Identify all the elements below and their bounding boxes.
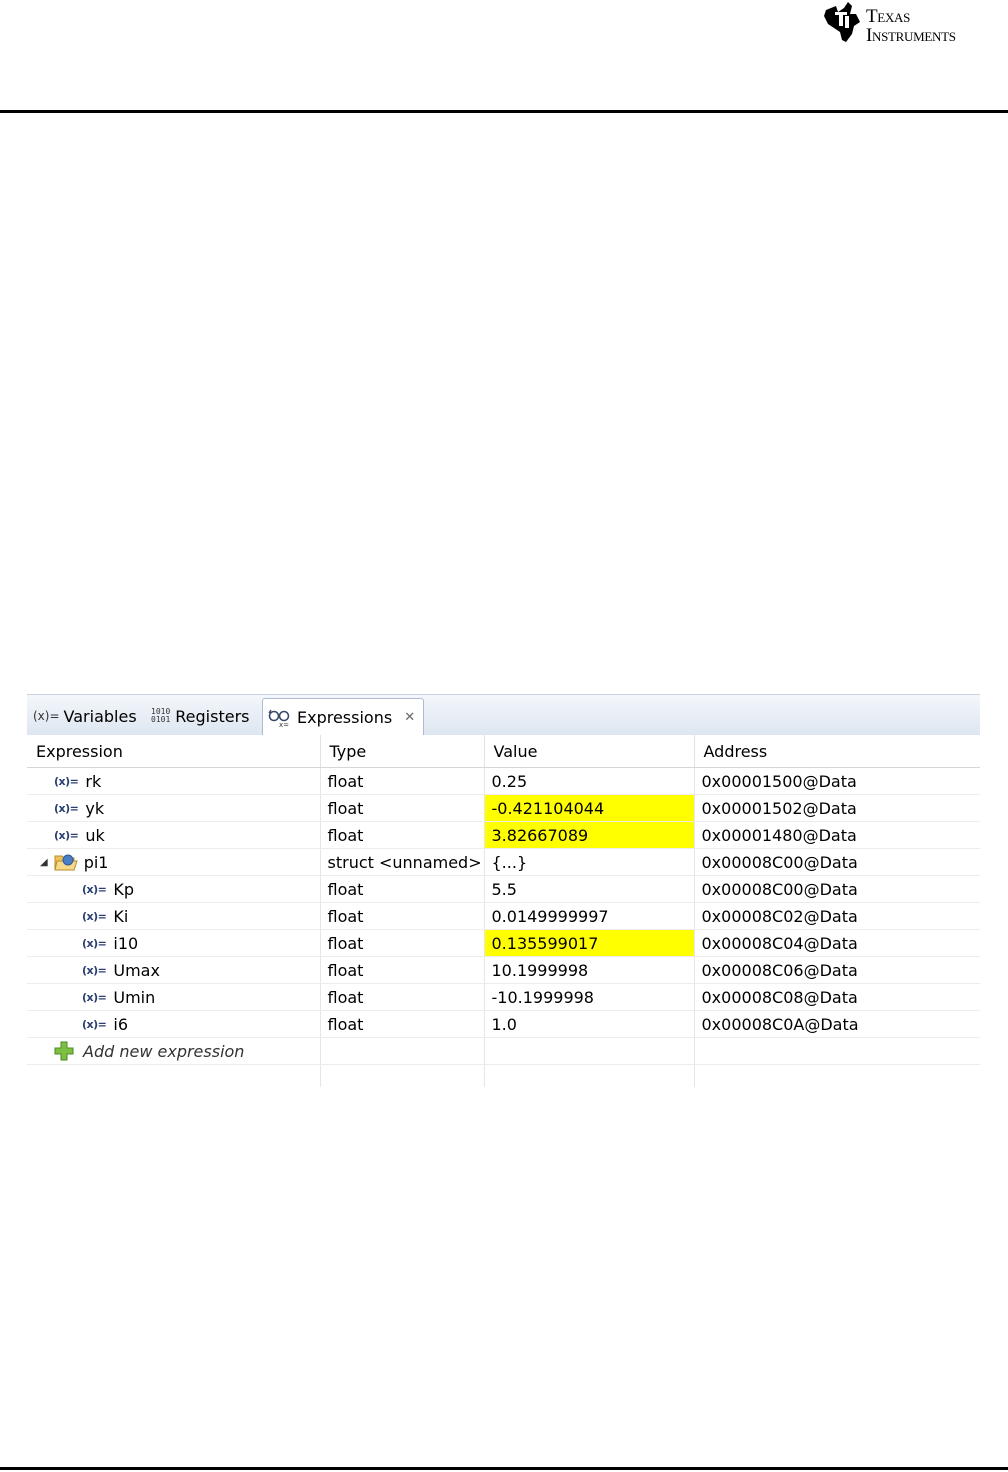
address-cell: 0x00008C0A@Data xyxy=(694,1010,980,1038)
struct-folder-icon xyxy=(54,854,78,871)
tab-registers-label: Registers xyxy=(175,706,250,726)
table-row[interactable]: (x)= Umin float -10.1999998 0x00008C08@D… xyxy=(27,983,980,1011)
type-cell: float xyxy=(320,767,485,795)
tab-expressions[interactable]: x= Expressions ✕ xyxy=(262,698,425,736)
expression-name: pi1 xyxy=(83,852,109,872)
empty-cell xyxy=(27,1064,321,1087)
add-new-expression-label: Add new expression xyxy=(83,1041,245,1061)
footer-divider xyxy=(0,1467,1008,1470)
address-cell: 0x00001500@Data xyxy=(694,767,980,795)
column-header-address[interactable]: Address xyxy=(694,735,980,768)
tab-expressions-label: Expressions xyxy=(297,708,393,727)
expressions-icon: x= xyxy=(268,709,290,728)
type-cell: float xyxy=(320,875,485,903)
type-cell: struct <unnamed> xyxy=(320,848,485,876)
table-row[interactable]: (x)= Ki float 0.0149999997 0x00008C02@Da… xyxy=(27,902,980,930)
expression-name: Ki xyxy=(113,906,129,926)
empty-row xyxy=(27,1064,980,1087)
table-row[interactable]: (x)= i6 float 1.0 0x00008C0A@Data xyxy=(27,1010,980,1038)
type-cell: float xyxy=(320,821,485,849)
table-row[interactable]: (x)= Kp float 5.5 0x00008C00@Data xyxy=(27,875,980,903)
table-row[interactable]: (x)= rk float 0.25 0x00001500@Data xyxy=(27,767,980,795)
variable-icon: (x)= xyxy=(82,963,107,977)
page-header: Texas Instruments xyxy=(0,0,1008,113)
expression-name: Umax xyxy=(113,960,160,980)
variable-icon: (x)= xyxy=(82,909,107,923)
table-header-row: Expression Type Value Address xyxy=(27,735,980,768)
tab-variables-label: Variables xyxy=(63,706,137,726)
value-cell[interactable]: -10.1999998 xyxy=(484,983,695,1011)
add-plus-icon xyxy=(54,1041,74,1061)
tab-registers[interactable]: 1010 0101 Registers xyxy=(151,698,249,734)
type-cell: float xyxy=(320,983,485,1011)
close-icon[interactable]: ✕ xyxy=(404,710,415,725)
add-expression-row[interactable]: Add new expression xyxy=(27,1037,980,1065)
expression-name: uk xyxy=(85,825,105,845)
type-cell: float xyxy=(320,794,485,822)
svg-text:x=: x= xyxy=(279,721,289,728)
variable-icon: (x)= xyxy=(82,990,107,1004)
empty-cell xyxy=(320,1064,485,1087)
address-cell: 0x00008C04@Data xyxy=(694,929,980,957)
view-tab-bar: (x)= Variables 1010 0101 Registers x= Exp… xyxy=(27,694,980,736)
table-row[interactable]: (x)= uk float 3.82667089 0x00001480@Data xyxy=(27,821,980,849)
column-header-value[interactable]: Value xyxy=(484,735,695,768)
ti-logo-line1: Texas xyxy=(866,6,911,27)
expression-name: rk xyxy=(85,771,102,791)
value-cell[interactable]: 10.1999998 xyxy=(484,956,695,984)
empty-cell xyxy=(694,1064,980,1087)
value-cell[interactable]: {...} xyxy=(484,848,695,876)
table-row[interactable]: (x)= Umax float 10.1999998 0x00008C06@Da… xyxy=(27,956,980,984)
collapse-arrow-icon[interactable]: ◢ xyxy=(40,857,48,868)
empty-cell xyxy=(484,1037,695,1065)
table-row[interactable]: (x)= i10 float 0.135599017 0x00008C04@Da… xyxy=(27,929,980,957)
empty-cell xyxy=(694,1037,980,1065)
type-cell: float xyxy=(320,1010,485,1038)
empty-cell xyxy=(320,1037,485,1065)
type-cell: float xyxy=(320,902,485,930)
expressions-table: Expression Type Value Address (x)= rk fl… xyxy=(27,735,980,1087)
address-cell: 0x00008C06@Data xyxy=(694,956,980,984)
expression-name: i10 xyxy=(113,933,139,953)
value-cell[interactable]: 0.25 xyxy=(484,767,695,795)
variable-icon: (x)= xyxy=(82,936,107,950)
column-header-type[interactable]: Type xyxy=(320,735,485,768)
variable-icon: (x)= xyxy=(54,828,79,842)
variable-icon: (x)= xyxy=(82,882,107,896)
registers-icon: 1010 0101 xyxy=(151,707,171,724)
ti-logo-line2: Instruments xyxy=(866,25,956,46)
address-cell: 0x00008C00@Data xyxy=(694,875,980,903)
type-cell: float xyxy=(320,929,485,957)
table-row-struct[interactable]: ◢ pi1 struct <unnamed> {...} 0x00008C00@… xyxy=(27,848,980,876)
address-cell: 0x00001480@Data xyxy=(694,821,980,849)
table-row[interactable]: (x)= yk float -0.421104044 0x00001502@Da… xyxy=(27,794,980,822)
value-cell[interactable]: 0.0149999997 xyxy=(484,902,695,930)
value-cell-changed[interactable]: -0.421104044 xyxy=(484,794,695,822)
ti-logo-text: Texas Instruments xyxy=(866,7,956,45)
expression-name: i6 xyxy=(113,1014,128,1034)
value-cell-changed[interactable]: 0.135599017 xyxy=(484,929,695,957)
expression-name: yk xyxy=(85,798,105,818)
value-cell-changed[interactable]: 3.82667089 xyxy=(484,821,695,849)
variable-icon: (x)= xyxy=(54,801,79,815)
ti-logo-icon xyxy=(824,2,860,42)
column-header-expression[interactable]: Expression xyxy=(27,735,321,768)
empty-cell xyxy=(484,1064,695,1087)
value-cell[interactable]: 5.5 xyxy=(484,875,695,903)
address-cell: 0x00001502@Data xyxy=(694,794,980,822)
expression-name: Umin xyxy=(113,987,156,1007)
header-divider xyxy=(0,110,1008,113)
variable-icon: (x)= xyxy=(82,1017,107,1031)
variables-icon: (x)= xyxy=(33,709,60,723)
type-cell: float xyxy=(320,956,485,984)
debug-view-panel: (x)= Variables 1010 0101 Registers x= Exp… xyxy=(27,694,980,1087)
ti-logo: Texas Instruments xyxy=(820,0,1006,48)
address-cell: 0x00008C00@Data xyxy=(694,848,980,876)
address-cell: 0x00008C02@Data xyxy=(694,902,980,930)
variable-icon: (x)= xyxy=(54,774,79,788)
tab-variables[interactable]: (x)= Variables xyxy=(33,698,137,734)
value-cell[interactable]: 1.0 xyxy=(484,1010,695,1038)
address-cell: 0x00008C08@Data xyxy=(694,983,980,1011)
expression-name: Kp xyxy=(113,879,135,899)
